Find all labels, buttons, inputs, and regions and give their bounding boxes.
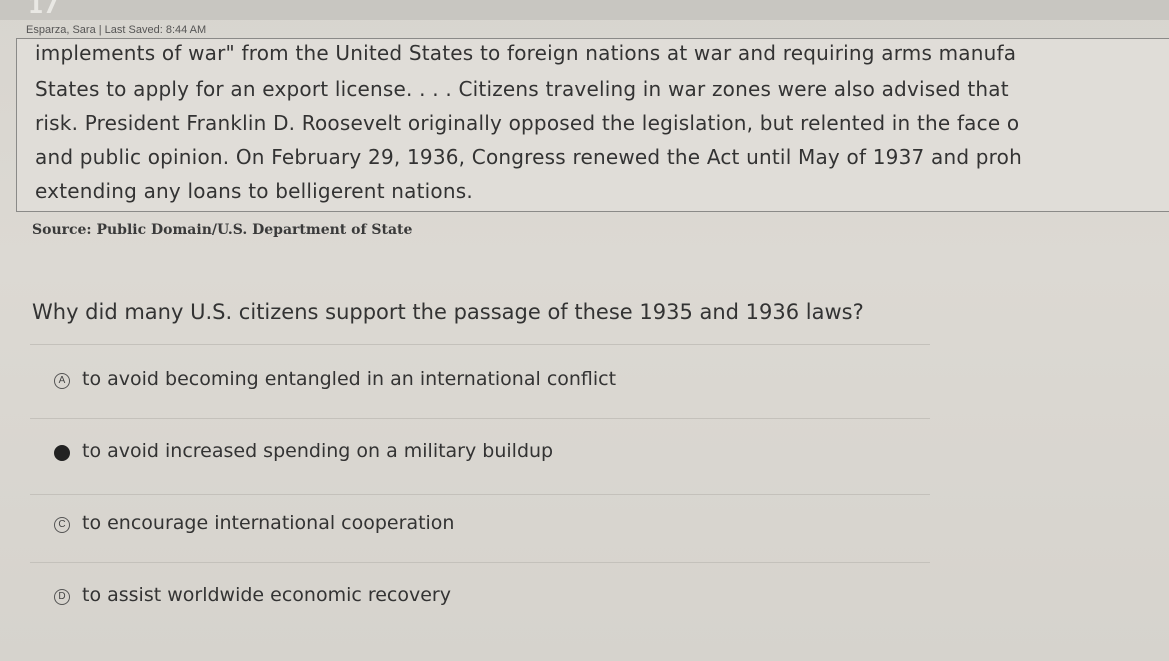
question-prompt: Why did many U.S. citizens support the p… [32, 300, 864, 324]
divider [30, 418, 930, 419]
passage-line: and public opinion. On February 29, 1936… [35, 145, 1022, 169]
answer-option-label: to avoid becoming entangled in an intern… [82, 368, 617, 390]
answer-option-d[interactable]: D to assist worldwide economic recovery [0, 580, 1169, 620]
student-save-status: Esparza, Sara | Last Saved: 8:44 AM [26, 24, 207, 36]
passage-line: extending any loans to belligerent natio… [35, 179, 473, 203]
question-number: 17 [28, 0, 59, 19]
top-bar [0, 0, 1169, 20]
divider [30, 344, 930, 345]
radio-d-icon[interactable]: D [54, 589, 70, 605]
divider [30, 494, 930, 495]
passage-line: implements of war" from the United State… [35, 41, 1017, 65]
answer-option-label: to avoid increased spending on a militar… [82, 440, 554, 462]
answer-option-label: to assist worldwide economic recovery [82, 584, 451, 606]
answer-option-label: to encourage international cooperation [82, 512, 455, 534]
radio-c-icon[interactable]: C [54, 517, 70, 533]
radio-selected-icon[interactable] [54, 445, 70, 461]
passage-line: risk. President Franklin D. Roosevelt or… [35, 111, 1020, 135]
radio-a-icon[interactable]: A [54, 373, 70, 389]
divider [30, 562, 930, 563]
passage-box: implements of war" from the United State… [16, 38, 1169, 212]
passage-line: States to apply for an export license. .… [35, 77, 1009, 101]
passage-source: Source: Public Domain/U.S. Department of… [32, 222, 413, 238]
answer-option-a[interactable]: A to avoid becoming entangled in an inte… [0, 364, 1169, 404]
answer-option-b[interactable]: to avoid increased spending on a militar… [0, 436, 1169, 476]
answer-option-c[interactable]: C to encourage international cooperation [0, 508, 1169, 548]
